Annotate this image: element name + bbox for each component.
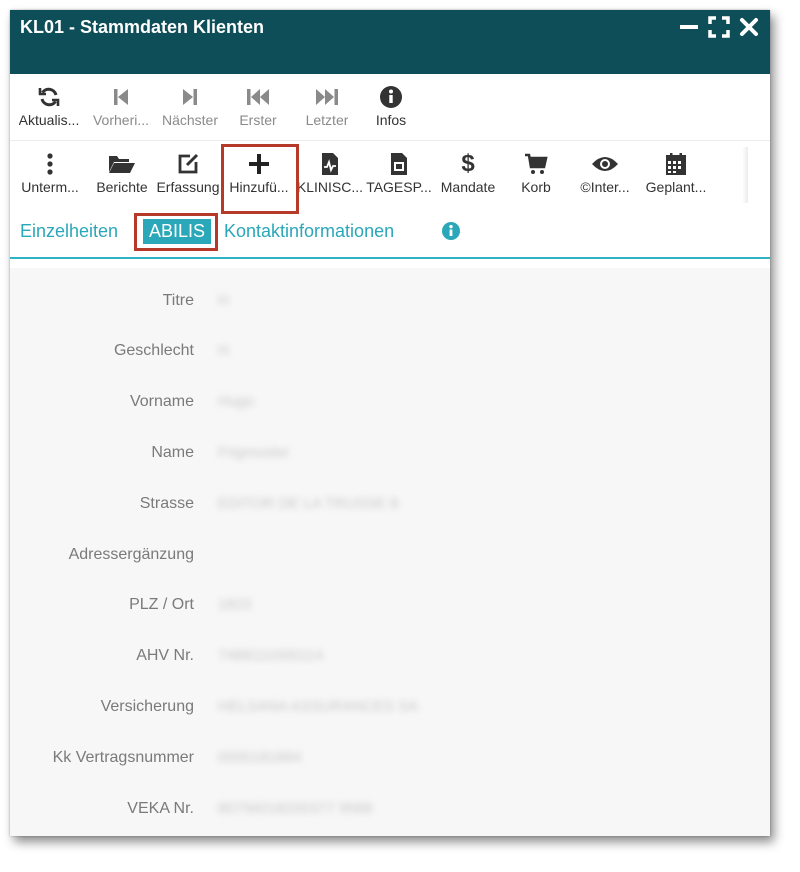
- refresh-icon: [37, 84, 61, 110]
- tab-bar: Einzelheiten ABILIS Kontaktinformationen: [10, 211, 770, 259]
- fast-forward-icon: [314, 84, 340, 110]
- field-value: H: [218, 342, 229, 359]
- field-label: Kk Vertragsnummer: [52, 749, 194, 766]
- field-value: 7488111000114: [218, 647, 324, 664]
- basket-label: Korb: [521, 179, 551, 195]
- interventions-button[interactable]: ©Inter...: [570, 141, 640, 211]
- info-button[interactable]: Infos: [362, 74, 420, 140]
- mandates-label: Mandate: [440, 179, 496, 195]
- fast-backward-icon: [245, 84, 271, 110]
- next-label: Nächster: [161, 112, 219, 128]
- field-label: Name: [151, 444, 194, 461]
- medical-file-icon: [320, 151, 340, 177]
- previous-button[interactable]: Vorheri...: [86, 74, 156, 140]
- refresh-button[interactable]: Aktualis...: [12, 74, 86, 140]
- planned-label: Geplant...: [645, 179, 707, 195]
- field-postcode-city: PLZ / Ort 1815: [10, 596, 770, 620]
- maximize-icon[interactable]: [708, 16, 730, 38]
- field-name: Name Frigmuster: [10, 444, 770, 468]
- clinical-button[interactable]: KLINISC...: [296, 141, 364, 211]
- basket-button[interactable]: Korb: [502, 141, 570, 211]
- refresh-label: Aktualis...: [18, 112, 80, 128]
- field-first-name: Vorname Hugo: [10, 393, 770, 417]
- daily-plan-button[interactable]: TAGESP...: [364, 141, 434, 211]
- field-label: Adressergänzung: [68, 546, 194, 563]
- field-contract-number: Kk Vertragsnummer 0000181884: [10, 749, 770, 773]
- window-title: KL01 - Stammdaten Klienten: [20, 17, 265, 37]
- file-icon: [389, 151, 409, 177]
- field-label: Strasse: [139, 495, 194, 512]
- field-label: Titre: [162, 292, 194, 309]
- info-icon: [379, 84, 403, 110]
- info-label: Infos: [375, 112, 407, 128]
- field-veka-number: VEKA Nr. 80756018200377 9588: [10, 800, 770, 824]
- capture-label: Erfassung: [156, 179, 220, 195]
- field-label: VEKA Nr.: [127, 800, 194, 817]
- navigation-toolbar: Aktualis... Vorheri... Nächster Erster L…: [10, 74, 770, 140]
- reports-button[interactable]: Berichte: [90, 141, 154, 211]
- field-value: 1815: [218, 596, 252, 613]
- first-button[interactable]: Erster: [224, 74, 292, 140]
- next-button[interactable]: Nächster: [156, 74, 224, 140]
- previous-label: Vorheri...: [92, 112, 150, 128]
- abilis-tab-highlight: [134, 213, 218, 251]
- field-label: Vorname: [129, 393, 194, 410]
- interventions-label: ©Inter...: [580, 179, 630, 195]
- calendar-icon: [665, 151, 687, 177]
- last-button[interactable]: Letzter: [292, 74, 362, 140]
- actions-toolbar: Unterm... Berichte Erfassung Hinzufü... …: [10, 140, 770, 214]
- field-ahv-number: AHV Nr. 7488111000114: [10, 647, 770, 671]
- minimize-icon[interactable]: [678, 16, 700, 38]
- field-value: 80756018200377 9588: [218, 800, 373, 817]
- add-button-highlight: [221, 144, 299, 214]
- field-value: Hugo: [218, 393, 254, 410]
- more-vertical-icon: [45, 151, 55, 177]
- field-label: AHV Nr.: [136, 647, 194, 664]
- submenu-label: Unterm...: [21, 179, 79, 195]
- edit-icon: [176, 151, 200, 177]
- field-label: PLZ / Ort: [129, 596, 194, 613]
- field-value: 0000181884: [218, 749, 302, 766]
- field-address-supplement: Adressergänzung: [10, 546, 770, 570]
- field-value: Frigmuster: [218, 444, 290, 461]
- daily-plan-label: TAGESP...: [366, 179, 432, 195]
- field-title: Titre H: [10, 292, 770, 316]
- client-details-form: Titre H Geschlecht H Vorname Hugo Name F…: [10, 268, 770, 836]
- tab-details[interactable]: Einzelheiten: [20, 221, 118, 242]
- toolbar-scroll-shadow: [742, 147, 748, 203]
- tab-info-icon[interactable]: [441, 221, 461, 246]
- step-backward-icon: [111, 84, 131, 110]
- dollar-icon: $: [461, 150, 475, 177]
- last-label: Letzter: [305, 112, 349, 128]
- planned-button[interactable]: Geplant...: [640, 141, 712, 211]
- field-value: HELSANA ASSURANCES SA: [218, 698, 419, 715]
- mandates-button[interactable]: $ Mandate: [434, 141, 502, 211]
- tab-contact-information[interactable]: Kontaktinformationen: [224, 221, 394, 242]
- capture-button[interactable]: Erfassung: [154, 141, 222, 211]
- reports-label: Berichte: [96, 179, 148, 195]
- field-value: EDITOR DE LA TRUSSE 8: [218, 495, 399, 512]
- first-label: Erster: [239, 112, 277, 128]
- title-bar: KL01 - Stammdaten Klienten: [10, 10, 770, 74]
- field-gender: Geschlecht H: [10, 342, 770, 366]
- eye-icon: [591, 151, 619, 177]
- field-label: Versicherung: [100, 698, 194, 715]
- field-street: Strasse EDITOR DE LA TRUSSE 8: [10, 495, 770, 519]
- close-icon[interactable]: [738, 16, 760, 38]
- field-value: H: [218, 292, 229, 309]
- window-controls: [678, 16, 760, 38]
- step-forward-icon: [180, 84, 200, 110]
- folder-open-icon: [107, 151, 137, 177]
- field-insurance: Versicherung HELSANA ASSURANCES SA: [10, 698, 770, 722]
- submenu-button[interactable]: Unterm...: [10, 141, 90, 211]
- cart-icon: [524, 151, 548, 177]
- clinical-label: KLINISC...: [296, 179, 364, 195]
- client-master-data-window: KL01 - Stammdaten Klienten Aktualis... V…: [10, 10, 770, 836]
- field-label: Geschlecht: [113, 342, 194, 359]
